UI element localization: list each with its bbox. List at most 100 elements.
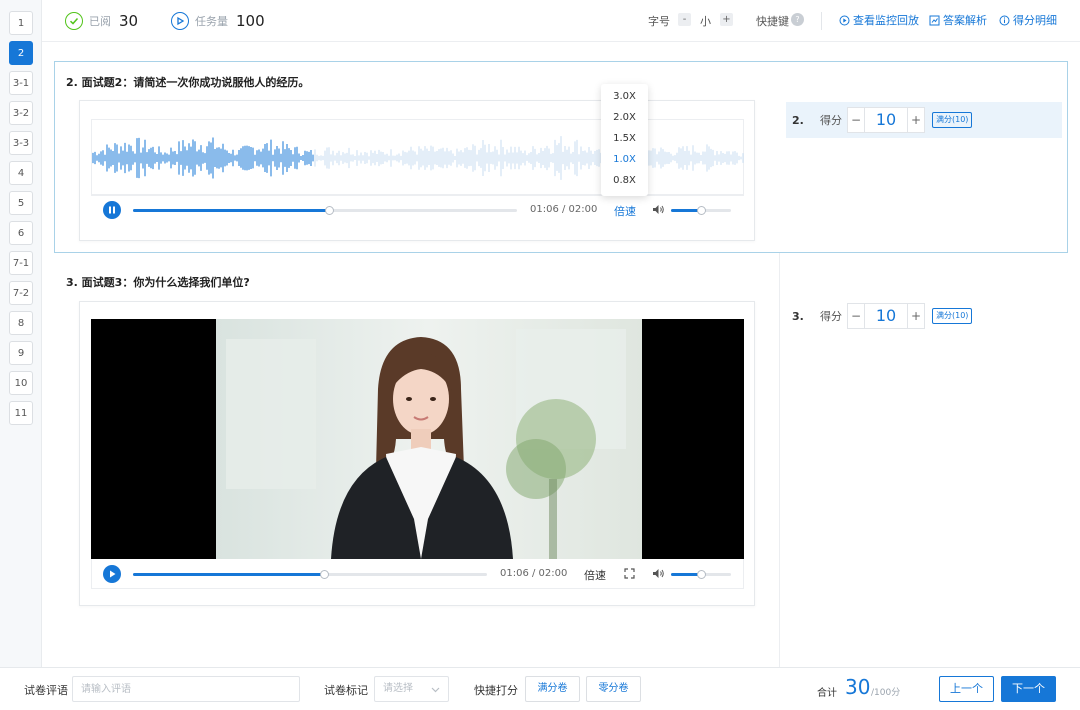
total-score: 30 [845, 675, 871, 699]
full-score-button[interactable]: 满分(10) [932, 112, 973, 128]
interviewee-video-image [216, 319, 642, 559]
video-player: 01:06 / 02:00 倍速 [79, 301, 755, 606]
question-3-title: 3. 面试题3：你为什么选择我们单位? [66, 276, 250, 289]
nav-item-7-1[interactable]: 7-1 [9, 251, 33, 275]
score-label: 得分 [820, 114, 842, 127]
task-count: 100 [236, 12, 265, 30]
score-stepper[interactable]: − 10 + [847, 303, 925, 329]
speed-option-2x[interactable]: 2.0X [601, 112, 648, 123]
fullscreen-icon[interactable] [624, 568, 635, 582]
play-flag-icon [171, 12, 189, 30]
video-frame[interactable] [91, 319, 744, 559]
score-row-2: 2. 得分 − 10 + 满分(10) [786, 102, 1062, 138]
volume-slider[interactable] [671, 570, 731, 579]
volume-knob[interactable] [697, 206, 706, 215]
top-bar: 已阅 30 任务量 100 字号 - 小 + 快捷键 ? 查看监控回放 答案解析… [42, 0, 1080, 42]
nav-item-3-3[interactable]: 3-3 [9, 131, 33, 155]
task-label: 任务量 [195, 15, 228, 28]
video-progress-bar[interactable] [133, 570, 487, 579]
help-icon[interactable]: ? [791, 13, 804, 26]
speed-button[interactable]: 倍速 [614, 203, 636, 219]
divider [821, 12, 822, 30]
comment-label: 试卷评语 [24, 684, 68, 697]
speed-option-0-8x[interactable]: 0.8X [601, 175, 648, 186]
nav-item-6[interactable]: 6 [9, 221, 33, 245]
analysis-icon [929, 15, 940, 25]
question-2-title: 2. 面试题2：请简述一次你成功说服他人的经历。 [66, 76, 310, 89]
nav-item-9[interactable]: 9 [9, 341, 33, 365]
score-question-number: 3. [792, 309, 804, 323]
score-label: 得分 [820, 310, 842, 323]
nav-item-2[interactable]: 2 [9, 41, 33, 65]
reviewed-stat: 已阅 30 [65, 10, 138, 32]
font-decrease-button[interactable]: - [678, 13, 691, 26]
reviewed-count: 30 [119, 12, 139, 30]
nav-item-10[interactable]: 10 [9, 371, 33, 395]
total-label: 合计 [817, 688, 837, 699]
play-icon [110, 570, 116, 578]
info-icon [999, 15, 1010, 25]
task-stat: 任务量 100 [171, 10, 265, 32]
speed-button[interactable]: 倍速 [584, 567, 606, 583]
score-question-number: 2. [792, 113, 804, 127]
nav-item-8[interactable]: 8 [9, 311, 33, 335]
nav-item-1[interactable]: 1 [9, 11, 33, 35]
time-display: 01:06 / 02:00 [500, 568, 568, 579]
chevron-down-icon [431, 687, 440, 693]
full-paper-button[interactable]: 满分卷 [525, 676, 580, 702]
score-detail-link[interactable]: 得分明细 [999, 12, 1057, 28]
progress-fill [133, 573, 325, 576]
speed-menu: 3.0X 2.0X 1.5X 1.0X 0.8X [601, 84, 648, 196]
pause-icon [109, 206, 115, 214]
answer-analysis-link[interactable]: 答案解析 [929, 12, 987, 28]
volume-slider[interactable] [671, 206, 731, 215]
score-detail-label: 得分明细 [1013, 14, 1057, 27]
nav-item-5[interactable]: 5 [9, 191, 33, 215]
progress-knob[interactable] [324, 206, 334, 215]
check-icon [65, 12, 83, 30]
font-increase-button[interactable]: + [720, 13, 733, 26]
mark-select-placeholder: 请选择 [383, 683, 413, 694]
mark-label: 试卷标记 [324, 684, 368, 697]
full-score-button[interactable]: 满分(10) [932, 308, 973, 324]
play-button[interactable] [103, 565, 121, 583]
total-max: /100分 [871, 688, 901, 698]
progress-fill [133, 209, 329, 212]
time-display: 01:06 / 02:00 [530, 204, 598, 215]
audio-player: 01:06 / 02:00 倍速 [79, 100, 755, 241]
audio-progress-bar[interactable] [133, 206, 517, 215]
nav-item-11[interactable]: 11 [9, 401, 33, 425]
nav-item-7-2[interactable]: 7-2 [9, 281, 33, 305]
speed-option-1-5x[interactable]: 1.5X [601, 133, 648, 144]
font-size-label: 字号 [648, 15, 670, 28]
score-value[interactable]: 10 [864, 304, 908, 328]
score-value[interactable]: 10 [864, 108, 908, 132]
monitor-replay-link[interactable]: 查看监控回放 [839, 12, 919, 28]
nav-item-4[interactable]: 4 [9, 161, 33, 185]
score-stepper[interactable]: − 10 + [847, 107, 925, 133]
panel-divider [779, 253, 780, 667]
prev-button[interactable]: 上一个 [939, 676, 994, 702]
question-nav: 1 2 3-1 3-2 3-3 4 5 6 7-1 7-2 8 9 10 11 [0, 0, 42, 667]
play-circle-icon [839, 15, 850, 25]
speed-option-3x[interactable]: 3.0X [601, 91, 648, 102]
speed-option-1x[interactable]: 1.0X [601, 154, 648, 165]
mark-select[interactable]: 请选择 [374, 676, 449, 702]
font-size-value: 小 [700, 15, 711, 28]
score-decrease-button[interactable]: − [848, 113, 864, 127]
answer-analysis-label: 答案解析 [943, 14, 987, 27]
volume-knob[interactable] [697, 570, 706, 579]
next-button[interactable]: 下一个 [1001, 676, 1056, 702]
pause-button[interactable] [103, 201, 121, 219]
comment-input[interactable] [72, 676, 300, 702]
shortcut-label: 快捷键 [756, 15, 789, 28]
score-increase-button[interactable]: + [908, 309, 924, 323]
zero-paper-button[interactable]: 零分卷 [586, 676, 641, 702]
volume-icon[interactable] [652, 568, 665, 582]
volume-icon[interactable] [652, 204, 665, 218]
quick-score-label: 快捷打分 [474, 684, 518, 697]
score-decrease-button[interactable]: − [848, 309, 864, 323]
score-increase-button[interactable]: + [908, 113, 924, 127]
nav-item-3-2[interactable]: 3-2 [9, 101, 33, 125]
nav-item-3-1[interactable]: 3-1 [9, 71, 33, 95]
